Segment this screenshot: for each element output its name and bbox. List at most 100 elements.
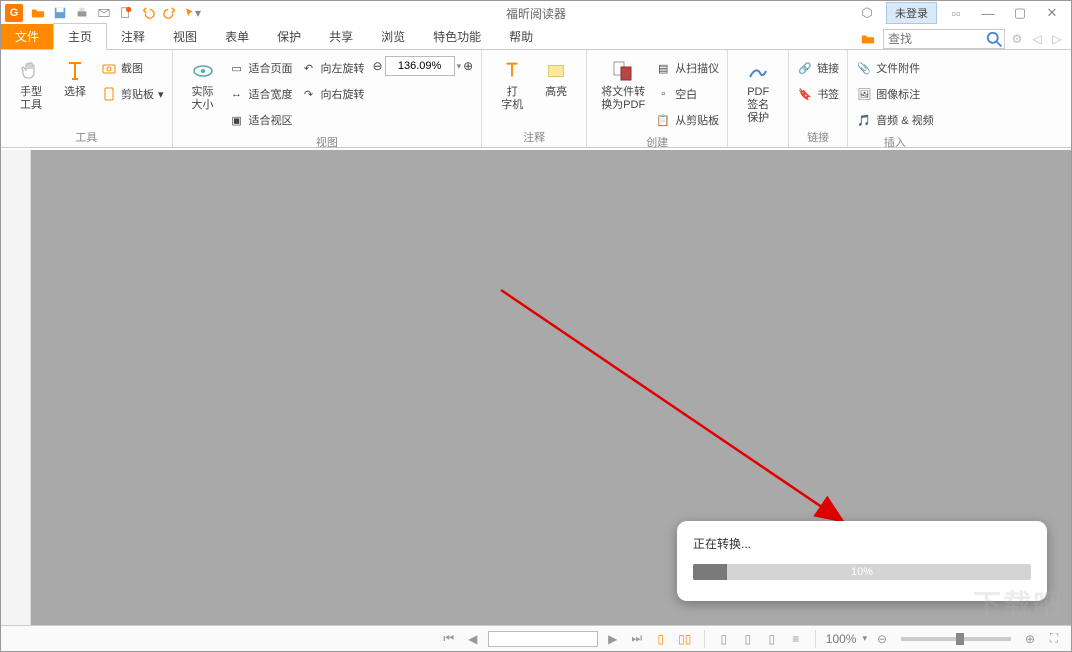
group-insert-label: 插入 <box>856 132 933 152</box>
text-select-icon <box>62 58 88 84</box>
layout1-icon[interactable]: ▯ <box>652 630 670 648</box>
camera-icon <box>101 60 117 76</box>
fullscreen-icon[interactable]: ⛶ <box>1045 630 1063 648</box>
signature-icon <box>745 58 771 84</box>
group-sign-label <box>736 143 780 147</box>
tab-view[interactable]: 视图 <box>159 24 211 49</box>
link-button[interactable]: 🔗链接 <box>797 56 839 80</box>
blank-pdf-button[interactable]: ▫空白 <box>655 82 719 106</box>
fit-visible-button[interactable]: ▣适合视区 <box>229 108 293 132</box>
zoom-in-status-icon[interactable]: ⊕ <box>1021 630 1039 648</box>
highlight-icon <box>543 58 569 84</box>
new-icon[interactable] <box>117 4 135 22</box>
typewriter-icon <box>499 58 525 84</box>
annotation-arrow <box>491 280 871 540</box>
prev-icon[interactable]: ◁ <box>1029 32 1045 46</box>
maximize-icon[interactable]: ▢ <box>1007 4 1033 22</box>
pin-icon[interactable]: ⬡ <box>854 4 880 22</box>
progress-bar: 10% <box>693 564 1031 580</box>
image-icon: 🖼 <box>856 86 872 102</box>
zoom-input[interactable] <box>385 56 455 76</box>
zoom-out-icon[interactable]: ⊖ <box>373 59 383 73</box>
from-scanner-button[interactable]: ▤从扫描仪 <box>655 56 719 80</box>
tab-form[interactable]: 表单 <box>211 24 263 49</box>
search-input[interactable] <box>884 32 984 46</box>
hand-tool-button[interactable]: 手型 工具 <box>9 54 53 112</box>
fitpage-icon: ▭ <box>229 60 245 76</box>
prev-page-icon[interactable]: ◀ <box>464 630 482 648</box>
clipboard-icon <box>101 86 117 102</box>
media-icon: 🎵 <box>856 112 872 128</box>
login-button[interactable]: 未登录 <box>886 2 937 24</box>
rotate-left-button[interactable]: ↶向左旋转 <box>301 56 365 80</box>
link-icon: 🔗 <box>797 60 813 76</box>
view1-icon[interactable]: ▯ <box>715 630 733 648</box>
last-page-icon[interactable]: ⏭ <box>628 630 646 648</box>
status-bar: ⏮ ◀ ▶ ⏭ ▯ ▯▯ ▯ ▯ ▯ ≡ 100% ▾ ⊖ ⊕ ⛶ <box>1 625 1071 651</box>
pdf-sign-button[interactable]: PDF 签名 保护 <box>736 54 780 126</box>
hand-icon <box>18 58 44 84</box>
clipboard-button[interactable]: 剪贴板 ▾ <box>101 82 164 106</box>
cursor-icon[interactable]: ▾ <box>183 4 201 22</box>
search-icon[interactable] <box>984 30 1004 48</box>
eye-icon <box>190 58 216 84</box>
next-icon[interactable]: ▷ <box>1049 32 1065 46</box>
progress-label: 正在转换... <box>693 535 1031 552</box>
select-button[interactable]: 选择 <box>53 54 97 99</box>
redo-icon[interactable] <box>161 4 179 22</box>
group-view-label: 视图 <box>181 132 474 152</box>
view2-icon[interactable]: ▯ <box>739 630 757 648</box>
next-page-icon[interactable]: ▶ <box>604 630 622 648</box>
convert-pdf-button[interactable]: 将文件转 换为PDF <box>595 54 651 112</box>
tab-share[interactable]: 共享 <box>315 24 367 49</box>
convert-icon <box>610 58 636 84</box>
tab-protect[interactable]: 保护 <box>263 24 315 49</box>
bookmark-icon: 🔖 <box>797 86 813 102</box>
close-icon[interactable]: ✕ <box>1039 4 1065 22</box>
fit-page-button[interactable]: ▭适合页面 <box>229 56 293 80</box>
progress-fill <box>693 564 727 580</box>
app-logo: G <box>5 4 23 22</box>
layout2-icon[interactable]: ▯▯ <box>676 630 694 648</box>
rotate-right-button[interactable]: ↷向右旋转 <box>301 82 365 106</box>
group-annot-label: 注释 <box>490 127 578 147</box>
tab-file[interactable]: 文件 <box>1 24 53 49</box>
fitvisible-icon: ▣ <box>229 112 245 128</box>
typewriter-button[interactable]: 打 字机 <box>490 54 534 112</box>
undo-icon[interactable] <box>139 4 157 22</box>
document-canvas: 正在转换... 10% <box>31 150 1071 625</box>
left-sidebar[interactable] <box>1 150 31 625</box>
highlight-button[interactable]: 高亮 <box>534 54 578 99</box>
audio-video-button[interactable]: 🎵音频 & 视频 <box>856 108 933 132</box>
view4-icon[interactable]: ≡ <box>787 630 805 648</box>
zoom-in-icon[interactable]: ⊕ <box>463 59 473 73</box>
gear-icon[interactable]: ⚙ <box>1009 32 1025 46</box>
zoom-out-status-icon[interactable]: ⊖ <box>873 630 891 648</box>
folder-search-icon[interactable] <box>859 30 877 48</box>
email-icon[interactable] <box>95 4 113 22</box>
view3-icon[interactable]: ▯ <box>763 630 781 648</box>
tab-features[interactable]: 特色功能 <box>419 24 495 49</box>
tab-browse[interactable]: 浏览 <box>367 24 419 49</box>
open-icon[interactable] <box>29 4 47 22</box>
from-clipboard-button[interactable]: 📋从剪贴板 <box>655 108 719 132</box>
save-icon[interactable] <box>51 4 69 22</box>
tab-home[interactable]: 主页 <box>53 23 107 50</box>
file-attachment-button[interactable]: 📎文件附件 <box>856 56 933 80</box>
bookmark-button[interactable]: 🔖书签 <box>797 82 839 106</box>
tab-help[interactable]: 帮助 <box>495 24 547 49</box>
actual-size-button[interactable]: 实际 大小 <box>181 54 225 112</box>
ribbon-options-icon[interactable]: ▫▫ <box>943 4 969 22</box>
image-annot-button[interactable]: 🖼图像标注 <box>856 82 933 106</box>
tab-comment[interactable]: 注释 <box>107 24 159 49</box>
progress-dialog: 正在转换... 10% <box>677 521 1047 601</box>
search-input-wrapper <box>883 29 1005 49</box>
screenshot-button[interactable]: 截图 <box>101 56 164 80</box>
page-input[interactable] <box>488 631 598 647</box>
first-page-icon[interactable]: ⏮ <box>440 630 458 648</box>
zoom-slider[interactable] <box>901 637 1011 641</box>
print-icon[interactable] <box>73 4 91 22</box>
fit-width-button[interactable]: ↔适合宽度 <box>229 82 293 106</box>
attachment-icon: 📎 <box>856 60 872 76</box>
minimize-icon[interactable]: — <box>975 4 1001 22</box>
